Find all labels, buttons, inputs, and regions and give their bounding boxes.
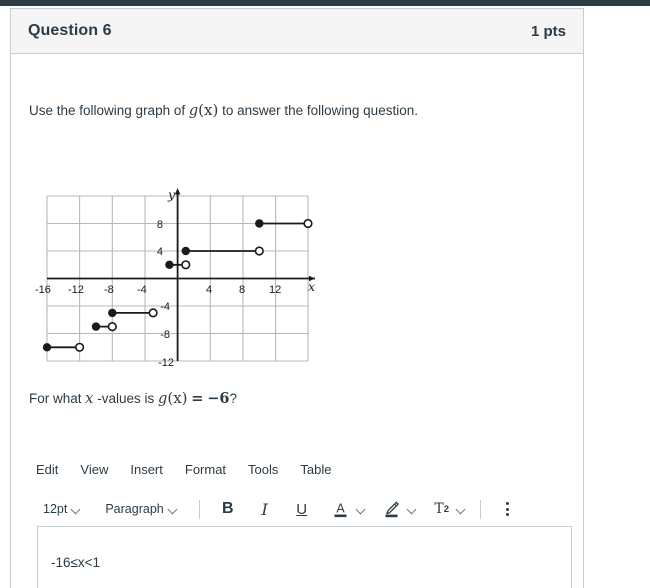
menu-item-table[interactable]: Table xyxy=(300,462,331,477)
chevron-down-icon[interactable] xyxy=(357,505,366,514)
question-function-arg: (x) xyxy=(167,389,188,407)
bold-button[interactable]: B xyxy=(215,496,241,522)
highlighter-pen-icon[interactable] xyxy=(379,496,405,522)
question-prompt: Use the following graph of g(x) to answe… xyxy=(29,101,418,119)
x-axis-label: x xyxy=(308,279,315,294)
block-format-dropdown[interactable]: Paragraph xyxy=(98,499,184,519)
x-tick-label: 12 xyxy=(269,284,281,296)
kebab-dot xyxy=(506,502,510,505)
chevron-down-icon[interactable] xyxy=(408,505,417,514)
prompt-text-before: Use the following graph of xyxy=(29,103,186,118)
closed-dot xyxy=(108,308,117,318)
text-color-control[interactable]: A xyxy=(328,496,366,522)
font-size-value: 12pt xyxy=(43,502,68,516)
open-dot xyxy=(303,218,313,229)
answer-text-value[interactable]: -16≤x<1 xyxy=(51,555,100,570)
closed-dot xyxy=(91,322,101,331)
question-text-part1: For what xyxy=(29,391,82,406)
open-dot xyxy=(181,260,191,270)
menu-item-view[interactable]: View xyxy=(80,462,108,477)
open-dot xyxy=(107,322,117,332)
closed-dot xyxy=(181,246,190,256)
question-equals-sign: = xyxy=(191,390,204,407)
superscript-control[interactable]: T2 xyxy=(430,496,466,522)
x-tick-labels: -16 -12 -8 -4 4 8 12 xyxy=(35,284,281,296)
more-options-icon[interactable] xyxy=(497,497,519,521)
answer-textarea[interactable]: -16≤x<1 xyxy=(37,526,572,588)
question-function-name: g xyxy=(158,391,168,407)
editor-menubar: Edit View Insert Format Tools Table xyxy=(29,454,565,484)
italic-button[interactable]: I xyxy=(252,496,278,522)
superscript-exponent: 2 xyxy=(443,503,450,515)
y-tick-labels: 8 4 -4 -8 -12 xyxy=(157,219,174,369)
svg-text:A: A xyxy=(337,501,346,515)
question-target-value: −6 xyxy=(207,390,230,407)
chevron-down-icon xyxy=(169,505,178,514)
x-tick-label: 8 xyxy=(239,284,245,296)
axis-lines xyxy=(47,188,315,361)
browser-top-bar xyxy=(0,0,650,6)
y-tick-label: -8 xyxy=(160,329,170,341)
graph-svg: y x -16 -12 -8 -4 4 8 12 8 4 -4 -8 -12 xyxy=(35,187,315,369)
y-tick-label: -12 xyxy=(158,357,174,369)
open-dot xyxy=(74,342,85,352)
y-tick-label: 4 xyxy=(157,246,163,258)
x-tick-label: -8 xyxy=(104,284,114,296)
menu-item-format[interactable]: Format xyxy=(185,462,226,477)
menu-item-edit[interactable]: Edit xyxy=(36,462,58,477)
prompt-function-name: g xyxy=(188,103,199,119)
superscript-letter: T xyxy=(434,501,444,517)
open-dot xyxy=(148,308,158,318)
closed-dot xyxy=(42,343,52,352)
x-tick-label: 4 xyxy=(206,284,212,296)
letter-a-underline-icon: A xyxy=(334,501,347,517)
x-tick-label: -12 xyxy=(68,284,84,296)
chevron-down-icon[interactable] xyxy=(457,505,466,514)
x-tick-label: -4 xyxy=(137,284,147,296)
page-root: Question 6 1 pts Use the following graph… xyxy=(0,0,650,588)
y-tick-label: 8 xyxy=(157,219,163,231)
pen-icon xyxy=(385,501,399,517)
x-tick-label: -16 xyxy=(35,284,51,296)
question-card: Question 6 1 pts Use the following graph… xyxy=(10,8,584,588)
question-variable-x: x xyxy=(85,391,94,407)
prompt-text-after: to answer the following question. xyxy=(222,103,418,118)
block-format-value: Paragraph xyxy=(105,502,164,516)
rich-content-editor: Edit View Insert Format Tools Table 12pt… xyxy=(29,454,572,588)
superscript-icon[interactable]: T2 xyxy=(430,496,454,522)
question-text-part2: -values is xyxy=(97,391,155,406)
menu-item-tools[interactable]: Tools xyxy=(248,462,278,477)
menu-item-insert[interactable]: Insert xyxy=(130,462,163,477)
toolbar-divider xyxy=(479,499,481,519)
question-text: For what x -values is g(x) = −6? xyxy=(29,389,237,407)
question-points: 1 pts xyxy=(530,22,566,40)
question-mark: ? xyxy=(229,391,237,406)
question-header: Question 6 1 pts xyxy=(11,9,583,54)
question-title: Question 6 xyxy=(28,22,112,39)
underline-button[interactable]: U xyxy=(289,496,315,522)
closed-dot xyxy=(255,219,264,228)
prompt-function-arg: (x) xyxy=(198,101,219,119)
chevron-down-icon xyxy=(72,505,81,514)
text-color-icon[interactable]: A xyxy=(328,496,354,522)
kebab-dot xyxy=(506,507,510,511)
y-tick-label: -4 xyxy=(160,301,170,313)
open-dot xyxy=(254,246,264,256)
font-size-dropdown[interactable]: 12pt xyxy=(36,499,88,519)
toolbar-divider xyxy=(198,499,200,519)
closed-dot xyxy=(165,260,174,269)
kebab-dot xyxy=(506,513,510,516)
highlight-color-control[interactable] xyxy=(379,496,417,522)
step-function-graph: y x -16 -12 -8 -4 4 8 12 8 4 -4 -8 -12 xyxy=(27,179,323,369)
editor-toolbar: 12pt Paragraph B I U A T 2 xyxy=(29,492,565,526)
y-axis-label: y xyxy=(167,187,176,202)
